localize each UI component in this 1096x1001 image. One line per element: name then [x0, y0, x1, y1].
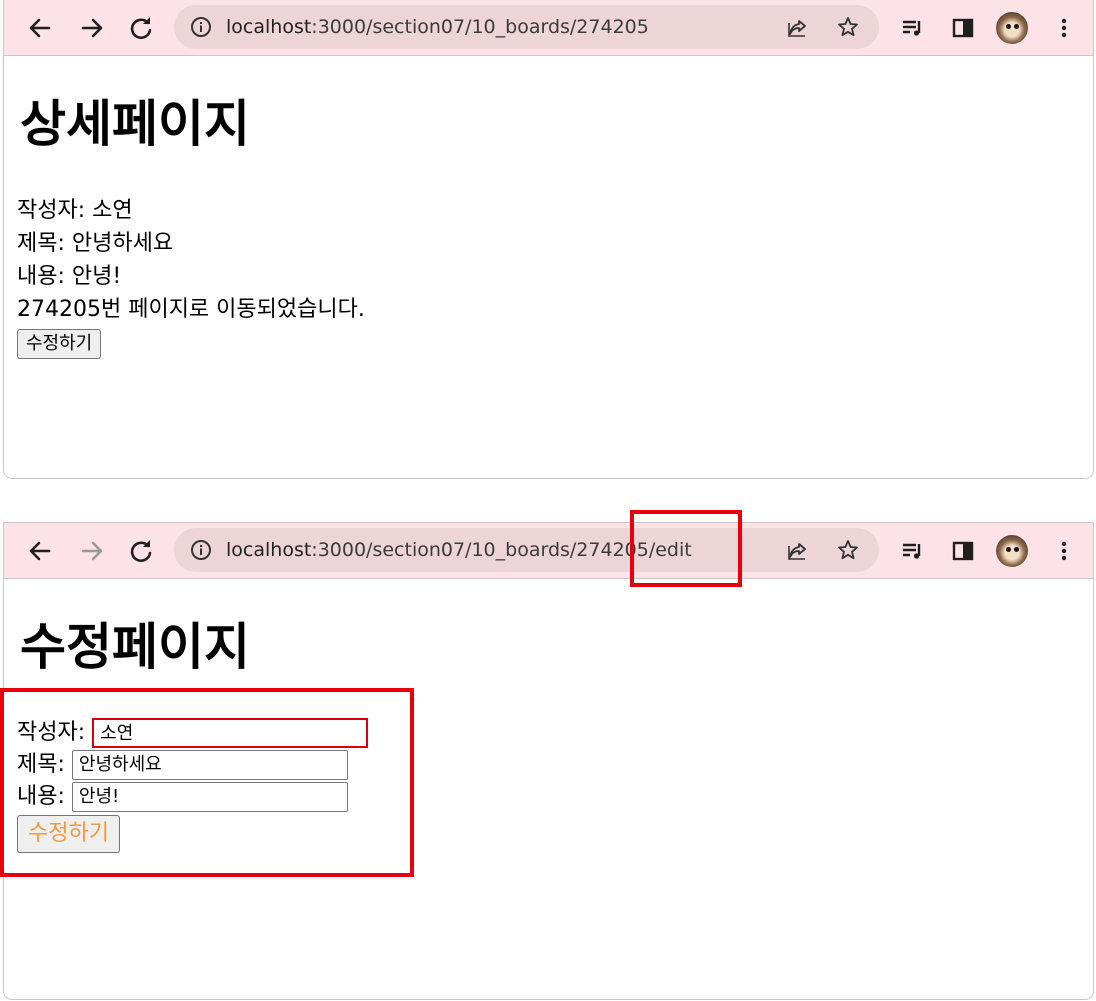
edit-button[interactable]: 수정하기 — [17, 329, 102, 359]
side-panel-icon[interactable] — [947, 12, 979, 44]
star-icon[interactable] — [836, 15, 860, 43]
info-icon[interactable] — [190, 16, 212, 42]
forward-arrow-icon[interactable] — [76, 12, 108, 44]
url-text[interactable]: localhost:3000/section07/10_boards/27420… — [226, 539, 692, 561]
moved-message: 274205번 페이지로 이동되었습니다. — [17, 297, 365, 322]
back-arrow-icon[interactable] — [24, 12, 56, 44]
address-bar[interactable]: localhost:3000/section07/10_boards/27420… — [174, 5, 879, 49]
side-panel-icon[interactable] — [947, 535, 979, 567]
url-host: localhost — [226, 539, 312, 561]
page-content: 상세페이지 작성자: 소연 제목: 안녕하세요 내용: 안녕! 274205번 … — [17, 56, 1093, 478]
info-icon[interactable] — [190, 539, 212, 565]
forward-arrow-icon[interactable] — [76, 535, 108, 567]
page-title: 상세페이지 — [20, 95, 250, 153]
kebab-menu-icon[interactable] — [1048, 535, 1080, 567]
share-icon[interactable] — [786, 15, 810, 43]
browser-toolbar: localhost:3000/section07/10_boards/27420… — [4, 0, 1093, 56]
writer-text: 작성자: 소연 — [17, 198, 133, 223]
url-path: :3000/section07/10_boards/274205 — [311, 16, 649, 38]
browser-toolbar: localhost:3000/section07/10_boards/27420… — [4, 523, 1093, 579]
url-text[interactable]: localhost:3000/section07/10_boards/27420… — [226, 16, 649, 38]
profile-avatar[interactable] — [996, 12, 1028, 44]
kebab-menu-icon[interactable] — [1048, 12, 1080, 44]
reload-icon[interactable] — [125, 12, 157, 44]
reload-icon[interactable] — [125, 535, 157, 567]
address-bar[interactable]: localhost:3000/section07/10_boards/27420… — [174, 528, 879, 572]
star-icon[interactable] — [836, 538, 860, 566]
form-highlight-box — [0, 688, 414, 877]
back-arrow-icon[interactable] — [24, 535, 56, 567]
url-highlight-box — [630, 510, 742, 587]
subject-text: 제목: 안녕하세요 — [17, 231, 174, 256]
page-title: 수정페이지 — [20, 618, 250, 676]
media-queue-icon[interactable] — [897, 535, 929, 567]
share-icon[interactable] — [786, 538, 810, 566]
url-host: localhost — [226, 16, 312, 38]
media-queue-icon[interactable] — [897, 12, 929, 44]
browser-window-detail: localhost:3000/section07/10_boards/27420… — [3, 0, 1094, 479]
detail-info: 작성자: 소연 제목: 안녕하세요 내용: 안녕! 274205번 페이지로 이… — [17, 194, 365, 359]
profile-avatar[interactable] — [996, 535, 1028, 567]
contents-text: 내용: 안녕! — [17, 264, 122, 289]
